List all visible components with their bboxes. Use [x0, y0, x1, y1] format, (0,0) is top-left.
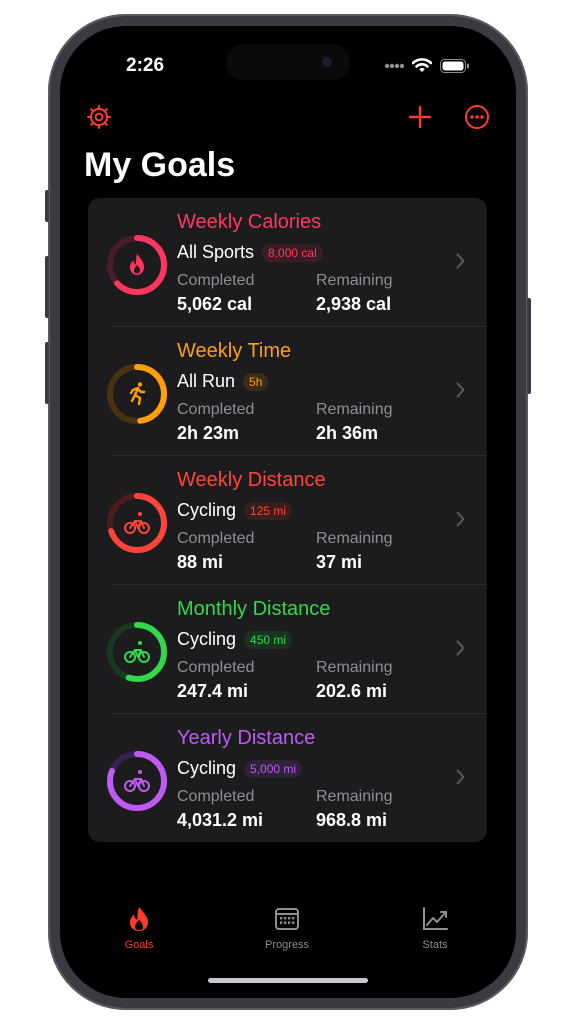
completed-label: Completed: [177, 401, 255, 418]
completed-label: Completed: [177, 659, 255, 676]
goal-row-weekly-distance[interactable]: Weekly Distance Cycling 125 mi Completed…: [88, 456, 487, 585]
remaining-label: Remaining: [316, 530, 393, 547]
ellipsis-circle-icon: [465, 105, 489, 129]
goal-sport: All Run: [177, 371, 236, 391]
wifi-icon: [412, 58, 432, 72]
goal-sport: Cycling: [177, 629, 237, 649]
remaining-value: 202.6 mi: [316, 681, 388, 701]
completed-value: 5,062 cal: [177, 294, 253, 314]
completed-value: 88 mi: [177, 552, 224, 572]
battery-icon: [440, 58, 469, 73]
remaining-value: 37 mi: [316, 552, 363, 572]
add-goal-button[interactable]: [408, 105, 432, 134]
power-button: [527, 298, 531, 394]
goal-sport: All Sports: [177, 242, 255, 262]
status-time: 2:26: [126, 55, 165, 76]
goal-title: Weekly Time: [177, 340, 292, 362]
tab-label: Stats: [422, 939, 448, 951]
goal-row-weekly-calories[interactable]: Weekly Calories All Sports 8,000 cal Com…: [88, 198, 487, 327]
remaining-label: Remaining: [316, 788, 393, 805]
cellular-signal-icon: [384, 63, 404, 68]
goal-sport-line: Cycling 125 mi: [177, 500, 293, 521]
chevron-right-icon: [456, 769, 465, 785]
flame-icon: [130, 254, 144, 275]
bicycle-icon: [124, 770, 150, 792]
bicycle-icon: [124, 641, 150, 663]
status-icons: [384, 58, 470, 73]
dynamic-island: [226, 44, 350, 80]
progress-ring: [107, 235, 167, 295]
goal-target-badge: 450 mi: [244, 630, 293, 649]
camera-dot: [322, 57, 332, 67]
goal-target-badge: 8,000 cal: [262, 243, 323, 262]
goal-sport: Cycling: [177, 500, 237, 520]
chevron-right-icon: [456, 382, 465, 398]
completed-label: Completed: [177, 788, 255, 805]
phone-screen: 2:26 My Goals Weekly Calories All Sports…: [60, 26, 516, 998]
goal-row-yearly-distance[interactable]: Yearly Distance Cycling 5,000 mi Complet…: [88, 714, 487, 843]
volume-up-button: [45, 256, 49, 318]
goal-sport-line: All Run 5h: [177, 371, 269, 392]
completed-value: 4,031.2 mi: [177, 810, 264, 830]
calendar-icon: [275, 908, 299, 930]
completed-label: Completed: [177, 272, 255, 289]
home-indicator: [208, 978, 368, 983]
tab-progress[interactable]: Progress: [227, 906, 347, 951]
remaining-label: Remaining: [316, 272, 393, 289]
goal-target-badge: 125 mi: [244, 501, 293, 520]
goal-sport-line: All Sports 8,000 cal: [177, 242, 323, 263]
goal-row-monthly-distance[interactable]: Monthly Distance Cycling 450 mi Complete…: [88, 585, 487, 714]
tab-label: Goals: [124, 939, 154, 951]
chevron-right-icon: [456, 640, 465, 656]
bicycle-icon: [124, 512, 150, 534]
goal-title: Weekly Distance: [177, 469, 326, 491]
action-button: [45, 190, 49, 222]
goal-sport-line: Cycling 5,000 mi: [177, 758, 303, 779]
tab-label: Progress: [264, 939, 310, 951]
volume-down-button: [45, 342, 49, 404]
runner-icon: [129, 382, 146, 406]
progress-ring: [107, 493, 167, 553]
goal-sport-line: Cycling 450 mi: [177, 629, 293, 650]
chevron-right-icon: [456, 511, 465, 527]
flame-icon: [130, 907, 148, 931]
progress-ring: [107, 751, 167, 811]
completed-value: 247.4 mi: [177, 681, 249, 701]
tab-stats[interactable]: Stats: [375, 906, 495, 951]
settings-button[interactable]: [86, 104, 112, 135]
remaining-label: Remaining: [316, 659, 393, 676]
progress-ring: [107, 364, 167, 424]
goal-title: Yearly Distance: [177, 727, 316, 749]
remaining-value: 2h 36m: [316, 423, 379, 443]
goal-title: Monthly Distance: [177, 598, 331, 620]
remaining-value: 968.8 mi: [316, 810, 388, 830]
goal-title: Weekly Calories: [177, 211, 322, 233]
page-title: My Goals: [84, 146, 236, 184]
gear-icon: [87, 105, 111, 129]
remaining-value: 2,938 cal: [316, 294, 392, 314]
more-button[interactable]: [464, 104, 490, 135]
chart-icon: [423, 907, 448, 930]
chevron-right-icon: [456, 253, 465, 269]
completed-label: Completed: [177, 530, 255, 547]
progress-ring: [107, 622, 167, 682]
goal-sport: Cycling: [177, 758, 237, 778]
completed-value: 2h 23m: [177, 423, 240, 443]
remaining-label: Remaining: [316, 401, 393, 418]
goal-target-badge: 5,000 mi: [244, 759, 303, 778]
goal-target-badge: 5h: [243, 372, 269, 391]
goal-row-weekly-time[interactable]: Weekly Time All Run 5h Completed Remaini…: [88, 327, 487, 456]
plus-icon: [408, 105, 432, 129]
goals-list: Weekly Calories All Sports 8,000 cal Com…: [88, 198, 487, 842]
tab-goals[interactable]: Goals: [79, 906, 199, 951]
